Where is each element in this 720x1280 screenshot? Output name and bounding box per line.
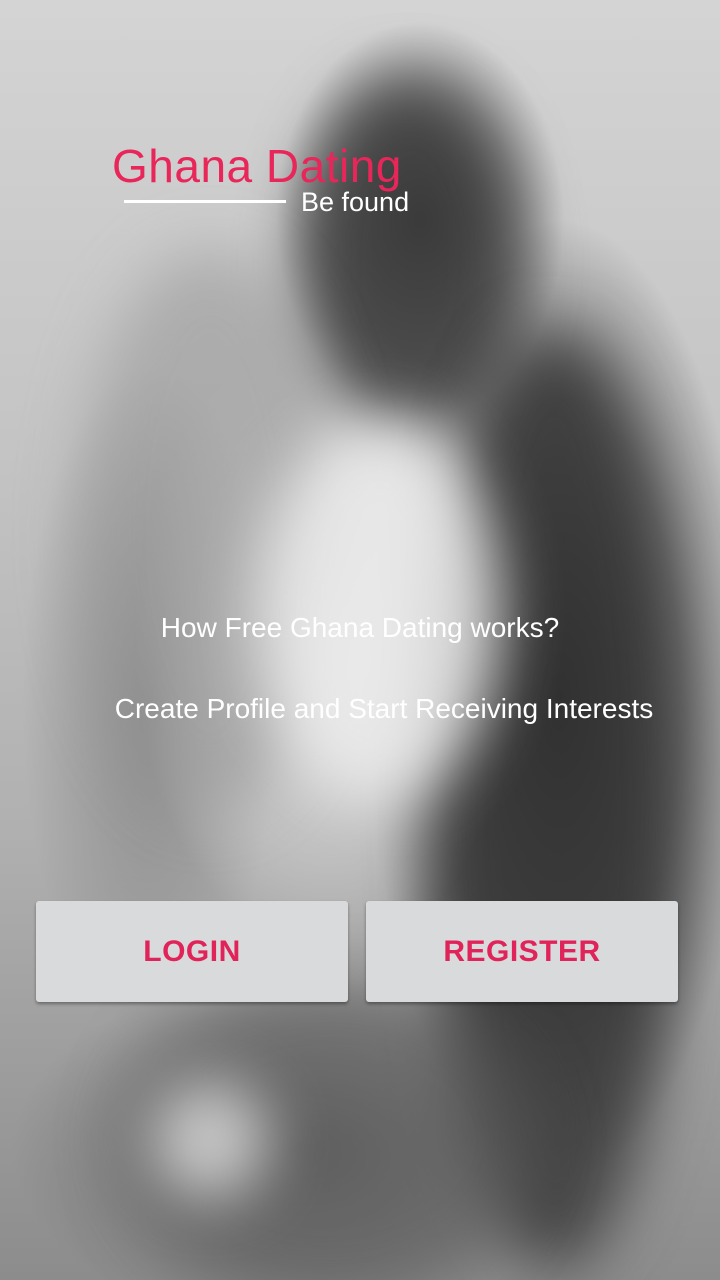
how-it-works-answer: Create Profile and Start Receiving Inter… [114, 693, 654, 724]
app-logo: Ghana Dating Be found [112, 138, 432, 228]
logo-divider [124, 200, 286, 203]
login-button[interactable]: LOGIN [36, 901, 348, 1002]
register-button[interactable]: REGISTER [366, 901, 678, 1002]
how-it-works-question: How Free Ghana Dating works? [160, 612, 560, 643]
welcome-screen: Ghana Dating Be found How Free Ghana Dat… [0, 0, 720, 1280]
logo-tagline: Be found [301, 187, 410, 217]
